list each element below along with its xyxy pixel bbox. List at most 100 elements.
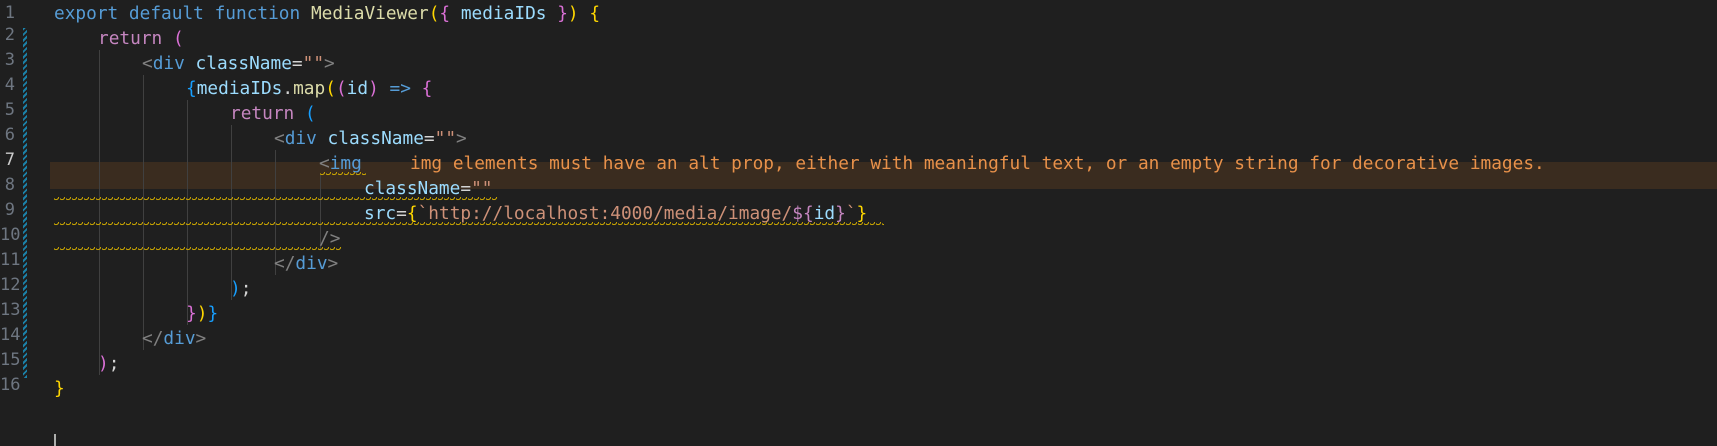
token: ( [335, 78, 347, 99]
token: className [316, 128, 424, 149]
token: } [856, 203, 868, 224]
token: div [152, 53, 185, 74]
token: } [186, 303, 197, 324]
code-line-1[interactable]: export default function MediaViewer({ me… [54, 0, 600, 27]
token: { [186, 78, 197, 99]
token: ) [196, 303, 208, 324]
warning-squiggle[interactable] [54, 197, 498, 203]
token: => [378, 78, 422, 99]
token: "" [434, 128, 457, 149]
code-line-14[interactable]: </div> [142, 325, 206, 352]
token: { [578, 3, 601, 24]
line-number: 14 [0, 325, 21, 345]
line-number: 3 [4, 50, 15, 70]
token: ) [230, 278, 241, 299]
token: return [98, 28, 163, 49]
warning-squiggle[interactable] [54, 247, 342, 253]
token: ( [325, 78, 336, 99]
token: "" [302, 53, 325, 74]
token: "" [471, 178, 493, 199]
diagnostic-message[interactable]: img elements must have an alt prop, eith… [410, 150, 1545, 177]
token: </ [142, 328, 164, 349]
code-line-15[interactable]: ); [98, 350, 119, 377]
token: . [282, 78, 294, 99]
token: > [195, 328, 207, 349]
token: } [54, 378, 65, 399]
token: = [396, 203, 407, 224]
token: div [284, 128, 317, 149]
line-number: 6 [4, 125, 15, 145]
line-number: 4 [4, 75, 15, 95]
token: } [835, 203, 846, 224]
token: { [406, 203, 418, 224]
token: ; [108, 353, 120, 374]
token: { [439, 3, 461, 24]
token: { [421, 78, 433, 99]
line-number: 16 [0, 375, 21, 395]
token: ` [845, 203, 857, 224]
line-number: 8 [4, 175, 15, 195]
code-line-6[interactable]: <div className=""> [274, 125, 467, 152]
line-number: 9 [4, 200, 15, 220]
code-line-5[interactable]: return ( [230, 100, 316, 127]
token: div [163, 328, 196, 349]
git-modified-indicator[interactable] [23, 28, 27, 378]
line-number: 15 [0, 350, 21, 370]
code-line-13[interactable]: })} [186, 300, 218, 327]
token: /> [319, 228, 341, 249]
indent-guide [231, 125, 232, 300]
token: mediaIDs [196, 78, 283, 99]
line-number: 7 [4, 150, 15, 170]
text-cursor [54, 434, 56, 446]
token: = [460, 178, 472, 199]
token: id [813, 203, 836, 224]
warning-squiggle[interactable] [54, 222, 884, 228]
token: ( [428, 3, 440, 24]
token: div [295, 253, 328, 274]
code-line-11[interactable]: </div> [274, 250, 338, 277]
token: < [319, 153, 330, 174]
token: } [207, 303, 219, 324]
token: id [346, 78, 369, 99]
token: > [327, 253, 339, 274]
token: export default function [54, 3, 311, 24]
indent-guide [187, 100, 188, 325]
token: src [364, 203, 397, 224]
token: ( [294, 103, 316, 124]
token: map [293, 78, 326, 99]
token: mediaIDs [460, 3, 547, 24]
code-line-4[interactable]: {mediaIDs.map((id) => { [186, 75, 432, 102]
token: className [364, 178, 461, 199]
line-number: 10 [0, 225, 21, 245]
token: ` [417, 203, 429, 224]
line-number: 5 [4, 100, 15, 120]
code-line-16[interactable]: } [54, 375, 65, 402]
indent-guide [99, 50, 100, 375]
token: ; [240, 278, 252, 299]
token: > [324, 53, 335, 74]
token: ) [567, 3, 579, 24]
token: = [423, 128, 435, 149]
code-line-12[interactable]: ); [230, 275, 251, 302]
token: img [329, 153, 362, 174]
token: ( [162, 28, 184, 49]
warning-squiggle[interactable] [320, 172, 366, 178]
token: } [546, 3, 568, 24]
token: ) [368, 78, 379, 99]
token: ${ [792, 203, 814, 224]
line-number: 13 [0, 300, 21, 320]
token: < [142, 53, 153, 74]
token: < [274, 128, 285, 149]
token: http://localhost:4000/media/image/ [428, 203, 793, 224]
line-number: 11 [0, 250, 21, 270]
token: return [230, 103, 295, 124]
token: > [456, 128, 467, 149]
code-editor[interactable]: 1 2 3 4 5 6 7 8 9 10 11 12 13 14 15 16 e… [0, 0, 1717, 446]
token: className [184, 53, 292, 74]
code-line-3[interactable]: <div className=""> [142, 50, 335, 77]
token: </ [274, 253, 296, 274]
token: = [291, 53, 303, 74]
code-line-2[interactable]: return ( [98, 25, 184, 52]
token: ) [98, 353, 109, 374]
indent-guide [143, 75, 144, 350]
